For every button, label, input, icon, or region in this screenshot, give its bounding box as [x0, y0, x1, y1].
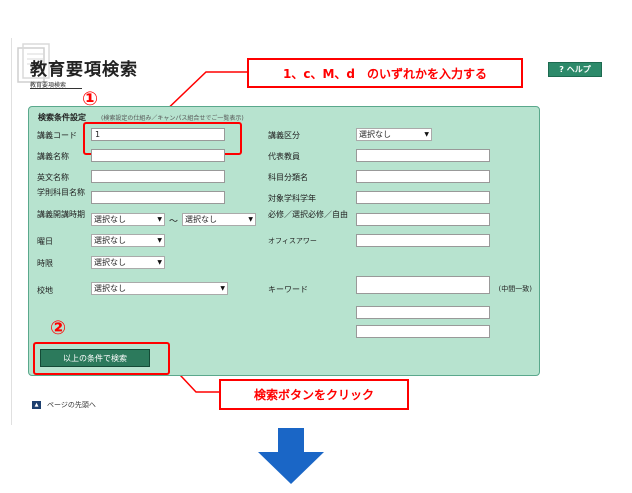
chevron-down-icon: ▼ — [157, 259, 162, 266]
label-course-category: 講義区分 — [268, 131, 300, 140]
field-name-input[interactable] — [356, 170, 490, 183]
chevron-down-icon: ▼ — [157, 216, 162, 223]
label-field-name: 科目分類名 — [268, 173, 308, 182]
course-category-value: 選択なし — [359, 130, 391, 139]
arrow-up-icon: ▲ — [32, 401, 41, 409]
course-name-input[interactable] — [91, 149, 225, 162]
chevron-down-icon: ▼ — [248, 216, 253, 223]
label-day: 曜日 — [37, 237, 53, 246]
day-value: 選択なし — [94, 236, 126, 245]
label-instructor: 代表教員 — [268, 152, 300, 161]
office-hour-input[interactable] — [356, 234, 490, 247]
chevron-down-icon: ▼ — [424, 131, 429, 138]
section-note: (検索設定の仕組み／キャンパス組合せでご一覧表示) — [101, 115, 244, 122]
label-hour: 時限 — [37, 259, 53, 268]
label-keyword: キーワード — [268, 285, 308, 294]
hour-value: 選択なし — [94, 258, 126, 267]
page-left-border — [11, 38, 12, 425]
target-year-input[interactable] — [356, 191, 490, 204]
hour-select[interactable]: 選択なし ▼ — [91, 256, 165, 269]
day-select[interactable]: 選択なし ▼ — [91, 234, 165, 247]
arrow-down-icon — [258, 428, 324, 484]
period-to-value: 選択なし — [185, 215, 217, 224]
page-top-label: ページの先頭へ — [47, 401, 96, 409]
label-office-hour: オフィスアワー — [268, 237, 317, 245]
label-campus: 校地 — [37, 286, 53, 295]
step-marker-2: ② — [50, 317, 67, 339]
label-english-name: 英文名称 — [37, 173, 69, 182]
english-name-input[interactable] — [91, 170, 225, 183]
page-top-link[interactable]: ▲ ページの先頭へ — [32, 400, 96, 410]
help-button[interactable]: ? ヘルプ — [548, 62, 602, 77]
step-marker-1: ① — [82, 88, 99, 110]
label-required: 必修／選択必修／自由 — [268, 210, 348, 219]
section-title: 検索条件設定 — [38, 113, 86, 122]
highlight-search-button — [33, 342, 170, 375]
period-from-value: 選択なし — [94, 215, 126, 224]
label-course-code: 講義コード — [37, 131, 77, 140]
label-subject-name: 学則科目名称 — [37, 188, 85, 197]
instruction-callout-click: 検索ボタンをクリック — [219, 379, 409, 410]
required-input[interactable] — [356, 213, 490, 226]
instructor-input[interactable] — [356, 149, 490, 162]
keyword-input-3[interactable] — [356, 325, 490, 338]
period-from-select[interactable]: 選択なし ▼ — [91, 213, 165, 226]
campus-select[interactable]: 選択なし ▼ — [91, 282, 228, 295]
title-underline — [30, 88, 82, 89]
page-title: 教育要項検索 — [30, 60, 138, 80]
chevron-down-icon: ▼ — [157, 237, 162, 244]
label-course-name: 講義名称 — [37, 152, 69, 161]
period-to-select[interactable]: 選択なし ▼ — [182, 213, 256, 226]
chevron-down-icon: ▼ — [220, 285, 225, 292]
campus-value: 選択なし — [94, 284, 126, 293]
instruction-callout-input: 1、c、M、d のいずれかを入力する — [247, 58, 523, 88]
subject-name-input[interactable] — [91, 191, 225, 204]
keyword-input-2[interactable] — [356, 306, 490, 319]
range-tilde: ～ — [169, 217, 179, 227]
label-target-year: 対象学科学年 — [268, 194, 316, 203]
label-period: 講義開講時期 — [37, 210, 85, 219]
keyword-note: (中間一致) — [498, 285, 532, 293]
course-category-select[interactable]: 選択なし ▼ — [356, 128, 432, 141]
